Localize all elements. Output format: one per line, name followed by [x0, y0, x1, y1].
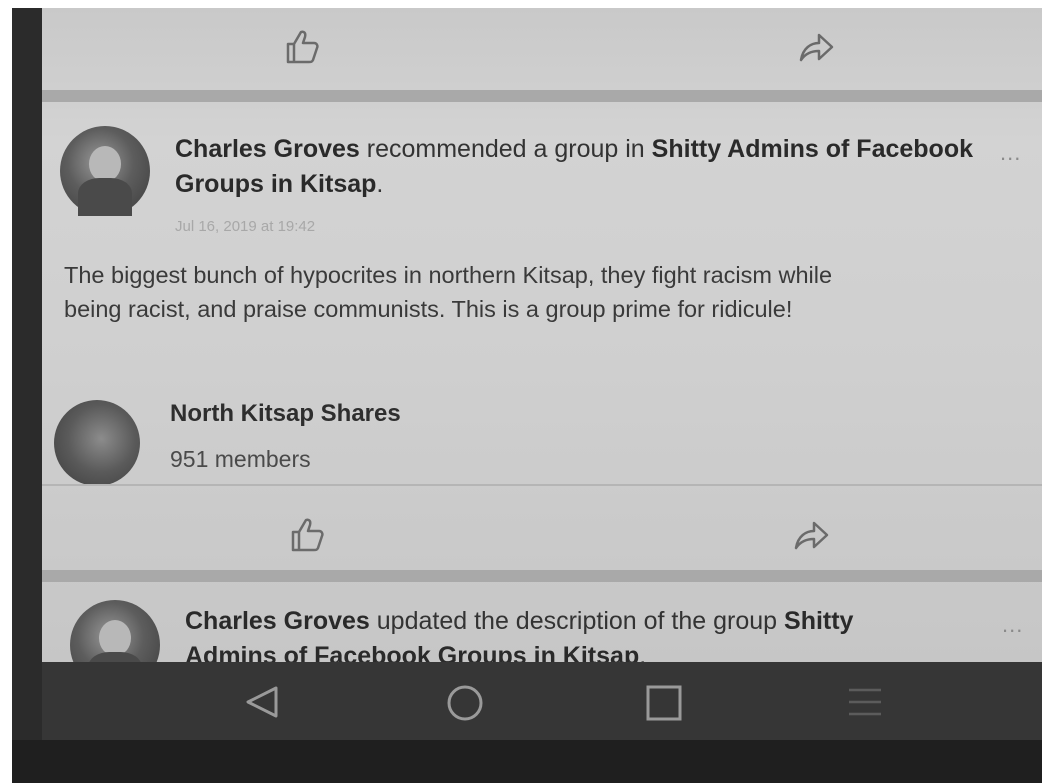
recommended-group-members: 951 members: [170, 446, 311, 472]
post-action-row: [42, 498, 1042, 568]
post-body-line: The biggest bunch of hypocrites in north…: [64, 262, 833, 288]
more-options-icon[interactable]: ...: [1000, 140, 1021, 166]
feed-divider: [42, 570, 1042, 582]
recents-square-icon[interactable]: [644, 684, 684, 727]
feed-divider: [42, 90, 1042, 102]
period: .: [376, 170, 384, 198]
post-timestamp[interactable]: Jul 16, 2019 at 19:42: [175, 218, 315, 235]
post-body-line: being racist, and praise communists. Thi…: [64, 296, 793, 322]
post-header: Charles Groves updated the description o…: [185, 604, 985, 670]
thumbs-up-icon[interactable]: [282, 26, 322, 71]
share-arrow-icon[interactable]: [792, 518, 830, 557]
avatar[interactable]: [60, 126, 150, 216]
home-circle-icon[interactable]: [445, 684, 485, 727]
recommended-group-name[interactable]: North Kitsap Shares: [170, 400, 401, 428]
author-name[interactable]: Charles Groves: [185, 607, 370, 635]
top-action-row: [42, 8, 1042, 78]
share-arrow-icon[interactable]: [797, 30, 835, 69]
android-nav-bar: [42, 662, 1042, 740]
post-body: The biggest bunch of hypocrites in north…: [64, 258, 1039, 326]
post-action-text: recommended a group in: [359, 135, 652, 163]
menu-lines-icon[interactable]: [845, 684, 885, 725]
back-triangle-icon[interactable]: [242, 684, 282, 725]
photo-frame: Charles Groves recommended a group in Sh…: [12, 8, 1042, 783]
author-name[interactable]: Charles Groves: [175, 135, 360, 163]
avatar[interactable]: [70, 600, 160, 670]
card-separator: [42, 484, 1042, 486]
post-action-text: updated the description of the group: [369, 607, 785, 635]
post-header: Charles Groves recommended a group in Sh…: [175, 132, 995, 202]
group-avatar[interactable]: [54, 400, 140, 486]
photo-bottom-edge: [12, 740, 1042, 783]
more-options-icon[interactable]: ...: [1002, 612, 1023, 638]
group-link[interactable]: Shitty: [784, 607, 853, 635]
thumbs-up-icon[interactable]: [287, 514, 327, 559]
phone-screen: Charles Groves recommended a group in Sh…: [42, 8, 1042, 670]
